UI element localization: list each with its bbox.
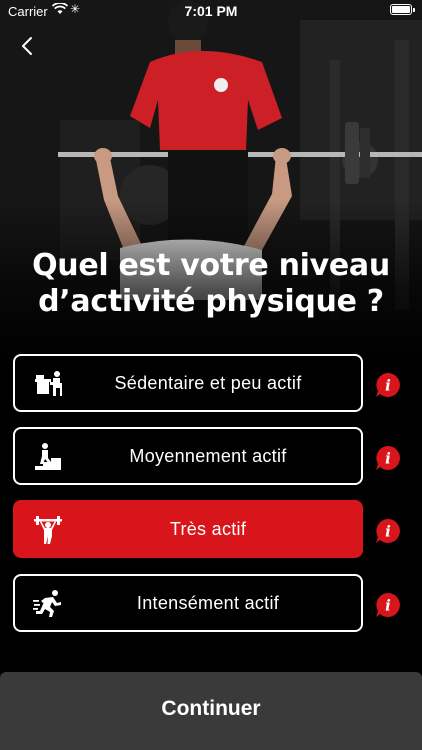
- back-button[interactable]: [16, 34, 40, 58]
- chevron-left-icon: [22, 37, 32, 55]
- info-button-sedentary[interactable]: i: [374, 371, 402, 399]
- info-icon: i: [376, 593, 400, 617]
- info-icon: i: [376, 446, 400, 470]
- option-intense[interactable]: Intensément actif: [13, 574, 363, 632]
- option-label: Très actif: [169, 518, 247, 539]
- option-very-active[interactable]: Très actif: [13, 500, 363, 558]
- svg-text:i: i: [385, 523, 391, 541]
- continue-button[interactable]: Continuer: [0, 672, 422, 750]
- page-title-line2: d’activité physique ?: [38, 284, 384, 319]
- battery-icon: [390, 4, 415, 15]
- option-label: Sédentaire et peu actif: [114, 372, 302, 393]
- page-title: Quel est votre niveau d’activité physiqu…: [20, 248, 402, 320]
- page-title-line1: Quel est votre niveau: [32, 248, 390, 283]
- info-button-intense[interactable]: i: [374, 591, 402, 619]
- info-button-moderate[interactable]: i: [374, 444, 402, 472]
- option-label: Intensément actif: [136, 592, 280, 613]
- info-button-very-active[interactable]: i: [374, 517, 402, 545]
- svg-text:i: i: [385, 450, 391, 468]
- status-time: 7:01 PM: [184, 3, 238, 19]
- status-bar: Carrier ✳ 7:01 PM: [0, 0, 422, 22]
- option-label: Moyennement actif: [129, 445, 287, 466]
- continue-label: Continuer: [161, 697, 261, 720]
- svg-text:i: i: [385, 597, 391, 615]
- info-icon: i: [376, 519, 400, 543]
- info-icon: i: [376, 373, 400, 397]
- option-moderate[interactable]: Moyennement actif: [13, 427, 363, 485]
- svg-text:i: i: [385, 377, 391, 395]
- option-sedentary[interactable]: Sédentaire et peu actif: [13, 354, 363, 412]
